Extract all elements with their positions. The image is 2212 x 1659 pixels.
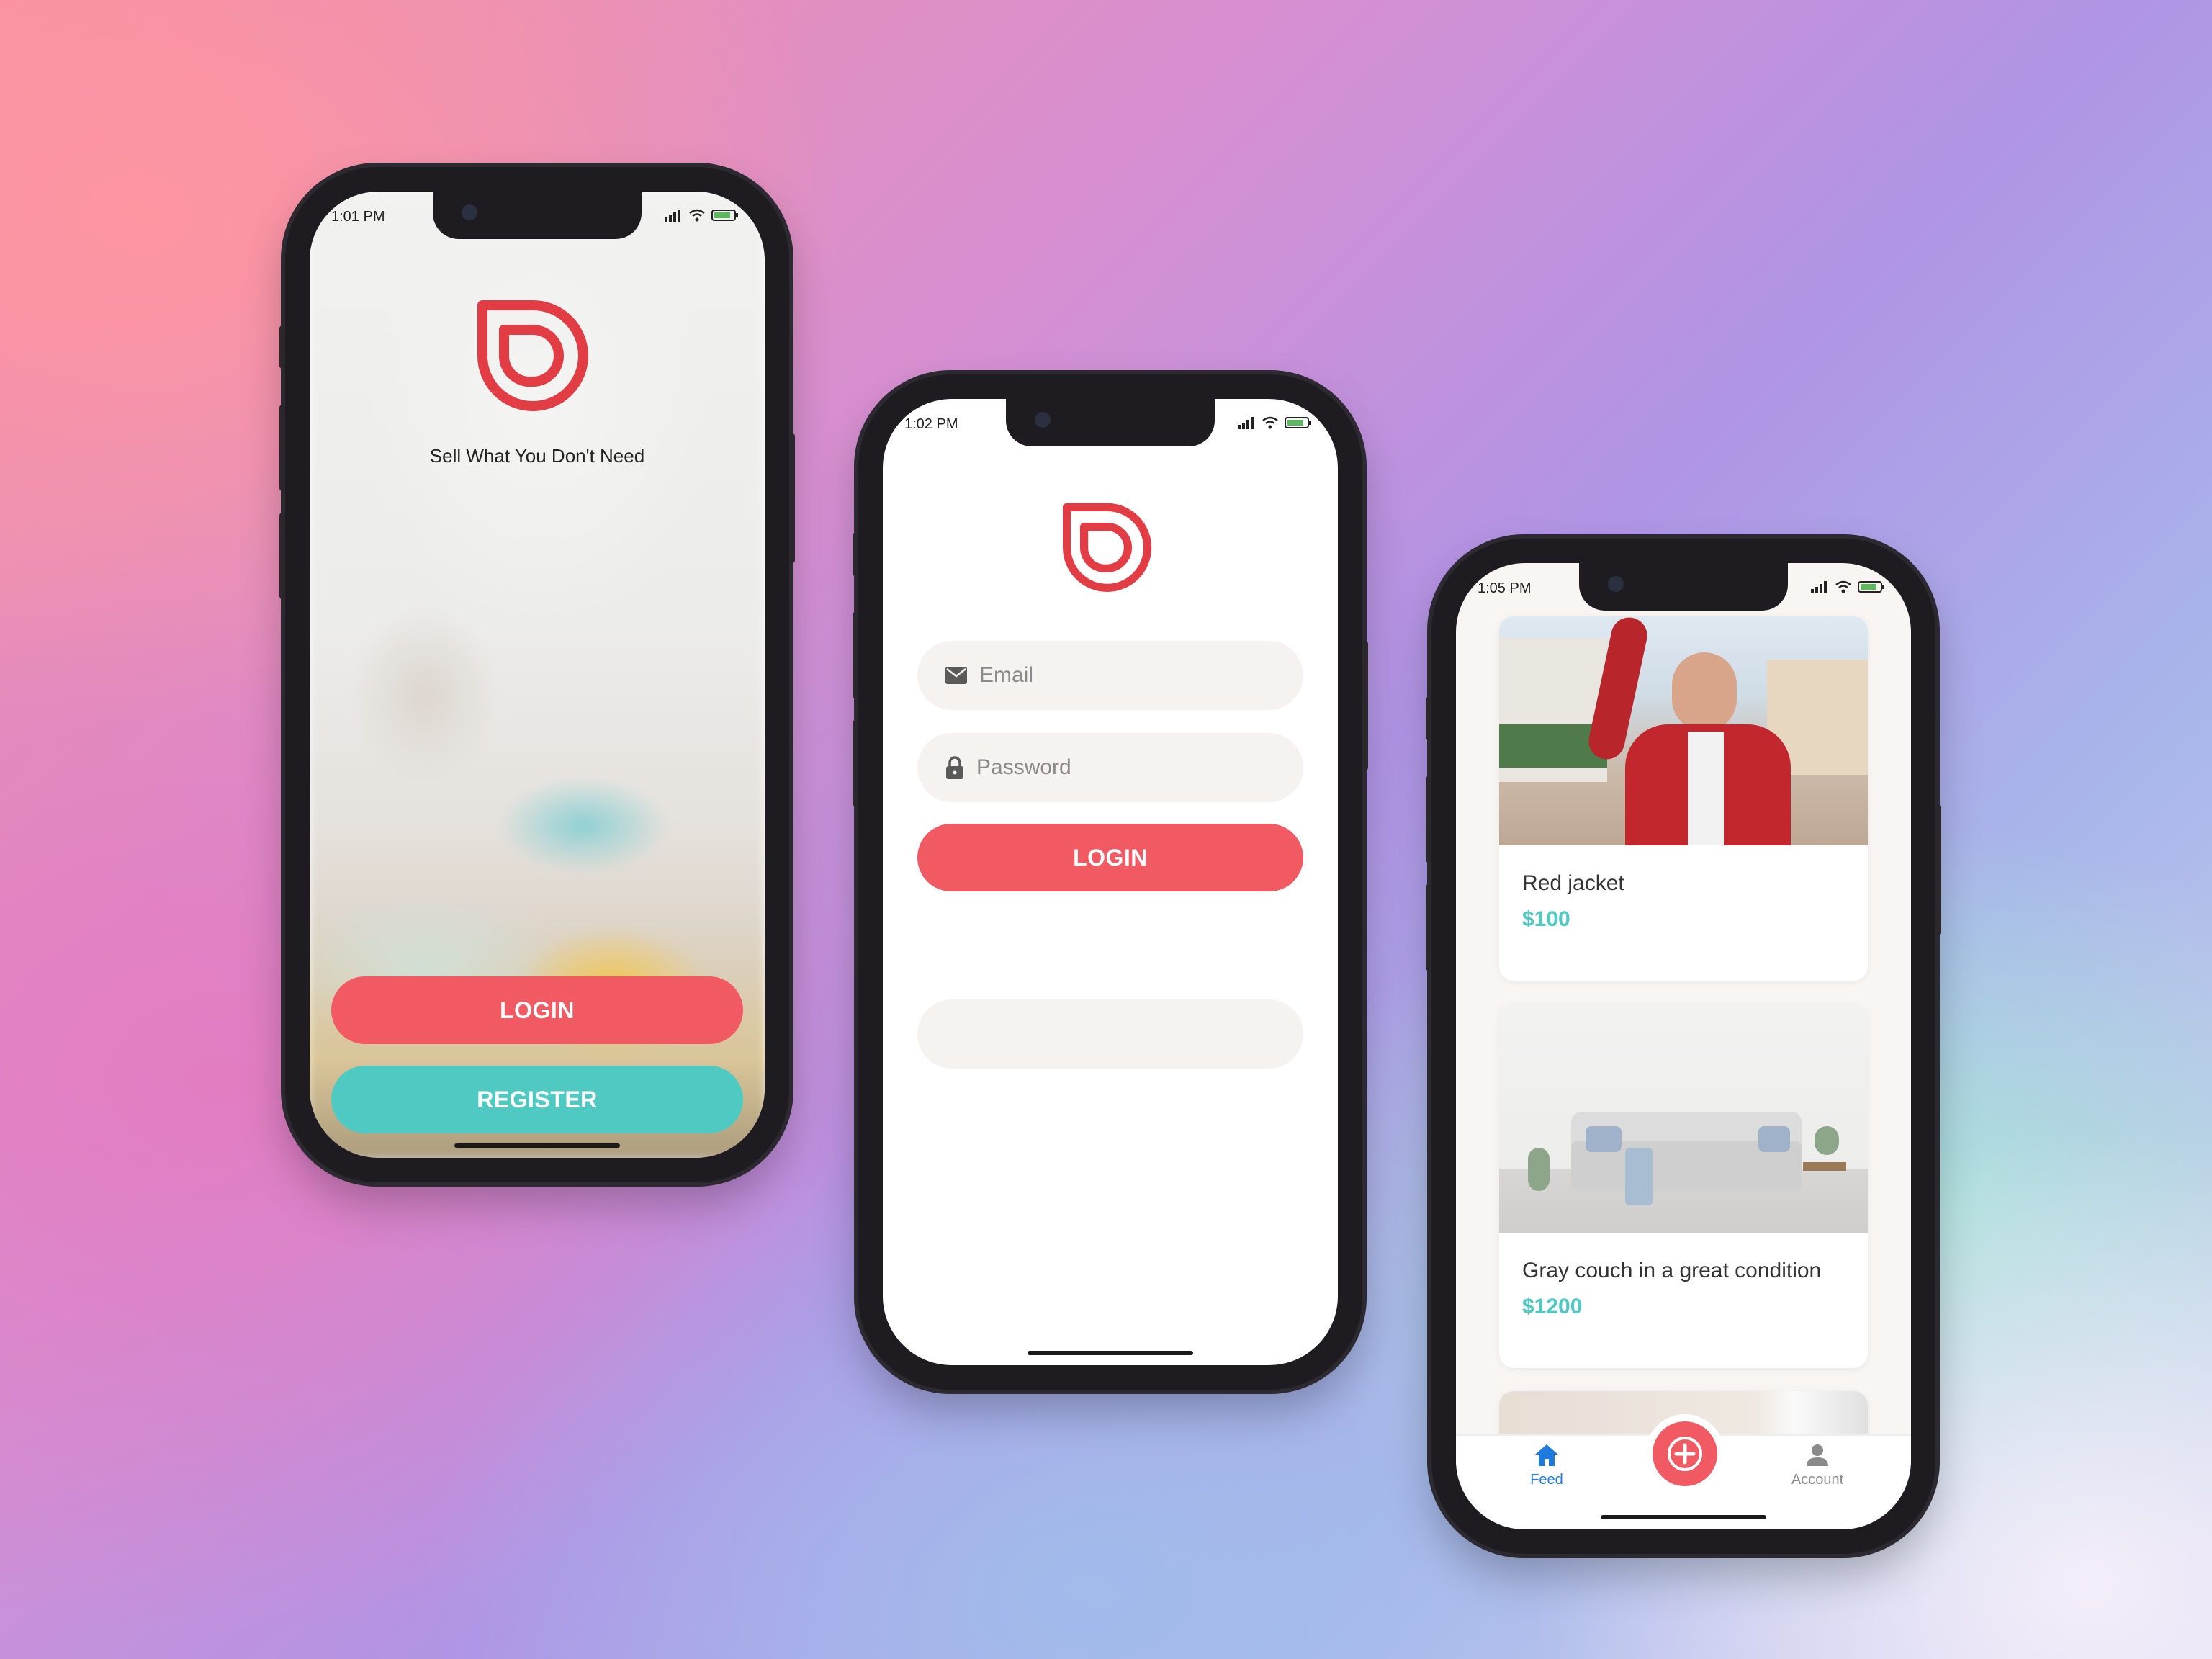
home-indicator bbox=[1601, 1515, 1766, 1519]
battery-icon bbox=[1858, 581, 1884, 593]
email-field[interactable] bbox=[917, 999, 1303, 1069]
status-bar: 1:02 PM bbox=[883, 412, 1338, 441]
signal-icon bbox=[1238, 417, 1254, 429]
person-icon bbox=[1807, 1444, 1828, 1466]
home-indicator bbox=[1028, 1351, 1193, 1355]
tab-feed-label: Feed bbox=[1530, 1472, 1563, 1488]
password-placeholder: Password bbox=[976, 755, 1071, 779]
battery-icon bbox=[711, 210, 738, 221]
status-time: 1:05 PM bbox=[1478, 580, 1532, 596]
home-indicator bbox=[454, 1143, 620, 1148]
feed-screen: 1:05 PM Red jacket $100 Gray couch in a … bbox=[1456, 563, 1911, 1529]
listing-title: Gray couch in a great condition bbox=[1522, 1259, 1822, 1282]
phone-feed: 1:05 PM Red jacket $100 Gray couch in a … bbox=[1426, 539, 1941, 1554]
login-screen: 1:02 PM Email Password LOGIN bbox=[883, 399, 1338, 1365]
phone-login: 1:02 PM Email Password LOGIN bbox=[853, 374, 1368, 1390]
wifi-icon bbox=[1835, 580, 1851, 593]
listing-card-red-jacket[interactable]: Red jacket $100 bbox=[1499, 616, 1868, 981]
brand-logo-icon bbox=[1063, 503, 1152, 592]
splash-screen: 1:01 PM Sell What You Don't Need LOGIN R… bbox=[310, 192, 765, 1158]
wifi-icon bbox=[1262, 416, 1278, 429]
login-button[interactable]: LOGIN bbox=[917, 824, 1303, 891]
brand-logo-icon bbox=[477, 300, 588, 411]
tab-account[interactable]: Account bbox=[1760, 1443, 1875, 1488]
listing-photo bbox=[1499, 1004, 1868, 1233]
listing-card-gray-couch[interactable]: Gray couch in a great condition $1200 bbox=[1499, 1004, 1868, 1368]
status-time: 1:02 PM bbox=[904, 416, 958, 432]
battery-icon bbox=[1285, 417, 1311, 428]
plus-circle-icon bbox=[1668, 1437, 1702, 1471]
signal-icon bbox=[1811, 581, 1827, 593]
listing-price: $100 bbox=[1522, 907, 1570, 931]
listing-title: Red jacket bbox=[1522, 871, 1624, 895]
tab-feed[interactable]: Feed bbox=[1489, 1443, 1604, 1488]
register-button[interactable]: REGISTER bbox=[331, 1066, 743, 1133]
email-placeholder: Email bbox=[979, 663, 1034, 687]
listing-price: $1200 bbox=[1522, 1295, 1583, 1318]
email-field[interactable]: Email bbox=[917, 641, 1303, 710]
add-listing-button[interactable] bbox=[1645, 1414, 1725, 1493]
mail-icon bbox=[945, 667, 967, 684]
tab-account-label: Account bbox=[1791, 1472, 1844, 1488]
status-bar: 1:05 PM bbox=[1456, 576, 1911, 605]
status-bar: 1:01 PM bbox=[310, 204, 765, 233]
listing-photo bbox=[1499, 616, 1868, 845]
phone-splash: 1:01 PM Sell What You Don't Need LOGIN R… bbox=[279, 167, 795, 1182]
lock-icon bbox=[946, 756, 963, 779]
status-time: 1:01 PM bbox=[331, 209, 385, 225]
password-field[interactable]: Password bbox=[917, 733, 1303, 802]
login-button[interactable]: LOGIN bbox=[331, 976, 743, 1044]
signal-icon bbox=[665, 210, 680, 222]
tagline: Sell What You Don't Need bbox=[429, 445, 645, 467]
home-icon bbox=[1535, 1444, 1558, 1466]
wifi-icon bbox=[689, 209, 705, 222]
